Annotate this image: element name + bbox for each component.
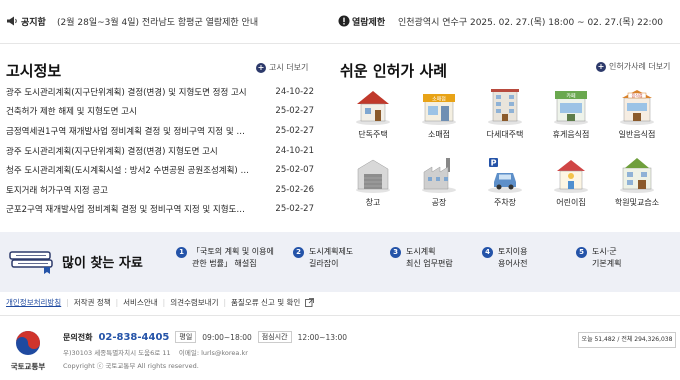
- notice-title: 광주 도시관리계획(지구단위계획) 결정(변경) 및 지형도면 정정 고시: [6, 87, 247, 98]
- footer-link-privacy[interactable]: 개인정보처리방침: [6, 297, 66, 308]
- notice-date: 25-02-07: [275, 165, 314, 176]
- notice-row[interactable]: 광주 도시관리계획(지구단위계획) 결정(변경) 지형도면 고시 24-10-21: [6, 141, 314, 161]
- notice-title: 광주 도시관리계획(지구단위계획) 결정(변경) 지형도면 고시: [6, 146, 218, 157]
- weekday-label: 평일: [175, 331, 197, 343]
- notice-date: 24-10-21: [275, 145, 314, 156]
- cafe-icon: 카페: [554, 91, 588, 125]
- weekday-hours: 09:00~18:00: [202, 332, 252, 342]
- book-icon: [9, 251, 53, 274]
- notice-date: 25-02-27: [275, 204, 314, 215]
- frequent-docs-band: 많이 찾는 자료 1 「국토의 계획 및 이용에 관한 법률」 해설집 2 도시계…: [0, 232, 680, 292]
- daycare-icon: [554, 160, 588, 193]
- footer-link-error-report[interactable]: 품질오류 신고 및 확인: [226, 297, 305, 308]
- lunch-hours: 12:00~13:00: [297, 332, 348, 342]
- lunch-label: 점심시간: [257, 331, 292, 343]
- svg-text:음식점: 음식점: [631, 92, 642, 98]
- svg-text:카페: 카페: [566, 93, 576, 100]
- frequent-item-3[interactable]: 3 도시계획 최신 업무편람: [390, 246, 453, 270]
- notice-date: 25-02-27: [275, 125, 314, 136]
- plus-icon: +: [256, 62, 266, 73]
- restrict-label: 열람제한: [352, 18, 386, 28]
- notices-title: 고시정보: [6, 62, 62, 80]
- contact-label: 문의전화: [63, 332, 93, 342]
- frequent-item-4[interactable]: 4 토지이용 용어사전: [482, 246, 527, 270]
- notice-title: 군포2구역 재개발사업 정비계획 결정 및 정비구역 지정 및 지형도…: [6, 205, 245, 216]
- alert-icon: [338, 15, 350, 27]
- notice-row[interactable]: 토지거래 허가구역 지정 공고 25-02-26: [6, 180, 314, 200]
- svg-text:P: P: [491, 159, 497, 168]
- case-warehouse[interactable]: 창고: [340, 154, 406, 208]
- external-link-icon: [305, 298, 315, 307]
- address: 우)30103 세종특별자치시 도움6로 11: [63, 349, 171, 357]
- footer-link-feedback[interactable]: 의견수렴보내기: [165, 297, 223, 308]
- house-icon: [356, 91, 390, 125]
- cases-title: 쉬운 인허가 사례: [340, 62, 448, 80]
- notice-title: 청주 도시관리계획(도시계획시설 : 방서2 수변공원 공원조성계획) …: [6, 166, 249, 177]
- notice-bar: 공지함 (2월 28일~3월 4일) 전라남도 함평군 열람제한 안내 열람제한…: [0, 0, 680, 44]
- notice-title: 금정역세권1구역 재개발사업 정비계획 결정 및 정비구역 지정 및 …: [6, 126, 245, 137]
- footer-links: 개인정보처리방침 | 저작권 정책 | 서비스안내 | 의견수렴보내기 | 품질…: [6, 297, 315, 308]
- announce-text[interactable]: (2월 28일~3월 4일) 전라남도 함평군 열람제한 안내: [57, 15, 258, 28]
- warehouse-icon: [356, 159, 390, 193]
- notice-date: 25-02-27: [275, 106, 314, 117]
- apartment-icon: [488, 89, 522, 125]
- frequent-title: 많이 찾는 자료: [62, 256, 143, 271]
- megaphone-icon: [7, 16, 17, 26]
- footer-link-service[interactable]: 서비스안내: [118, 297, 163, 308]
- footer-info: 문의전화 02-838-4405 평일 09:00~18:00 점심시간 12:…: [63, 330, 347, 370]
- case-daycare[interactable]: 어린이집: [538, 154, 604, 208]
- factory-icon: [422, 158, 456, 193]
- restrict-text[interactable]: 인천광역시 연수구 2025. 02. 27.(목) 18:00 ~ 02. 2…: [398, 15, 663, 28]
- notice-title: 건축허가 제한 해제 및 지형도면 고시: [6, 107, 137, 118]
- notice-date: 24-10-22: [275, 86, 314, 97]
- announce-label: 공지함: [21, 18, 46, 28]
- notice-row[interactable]: 금정역세권1구역 재개발사업 정비계획 결정 및 정비구역 지정 및 … 25-0…: [6, 121, 314, 141]
- svg-text:소매점: 소매점: [432, 96, 446, 103]
- restaurant-icon: 음식점: [620, 90, 654, 125]
- notice-date: 25-02-26: [275, 184, 314, 195]
- case-cafe[interactable]: 카페 휴게음식점: [538, 86, 604, 140]
- store-icon: 소매점: [422, 94, 456, 125]
- notice-row[interactable]: 군포2구역 재개발사업 정비계획 결정 및 정비구역 지정 및 지형도… 25-0…: [6, 200, 314, 220]
- case-academy[interactable]: 학원및교습소: [604, 154, 670, 208]
- academy-icon: [620, 158, 654, 193]
- copyright: Copyright ⓒ 국토교통부 All rights reserved.: [63, 362, 199, 370]
- visitor-counter: 오늘 51,482 / 전체 294,326,038: [578, 332, 676, 348]
- ministry-logo: 국토교통부: [8, 330, 48, 372]
- notice-row[interactable]: 건축허가 제한 해제 및 지형도면 고시 25-02-27: [6, 102, 314, 122]
- case-store[interactable]: 소매점 소매점: [406, 86, 472, 140]
- email: 이메일: lurls@korea.kr: [178, 349, 248, 357]
- footer-divider: [0, 315, 680, 316]
- case-house[interactable]: 단독주택: [340, 86, 406, 140]
- frequent-item-1[interactable]: 1 「국토의 계획 및 이용에 관한 법률」 해설집: [176, 246, 274, 270]
- case-apartment[interactable]: 다세대주택: [472, 86, 538, 140]
- case-parking[interactable]: P 주차장: [472, 154, 538, 208]
- contact-phone: 02-838-4405: [98, 331, 170, 343]
- frequent-item-5[interactable]: 5 도시·군 기본계획: [576, 246, 621, 270]
- notices-more-link[interactable]: + 고시 더보기: [256, 62, 308, 73]
- case-restaurant[interactable]: 음식점 일반음식점: [604, 86, 670, 140]
- footer-link-copyright[interactable]: 저작권 정책: [69, 297, 116, 308]
- notice-row[interactable]: 청주 도시관리계획(도시계획시설 : 방서2 수변공원 공원조성계획) … 25-…: [6, 160, 314, 180]
- parking-icon: P: [488, 158, 522, 193]
- case-factory[interactable]: 공장: [406, 154, 472, 208]
- plus-icon: +: [596, 61, 606, 72]
- notice-list: 광주 도시관리계획(지구단위계획) 결정(변경) 및 지형도면 정정 고시 24-…: [6, 82, 314, 219]
- taegeuk-logo-icon: [16, 331, 40, 355]
- notice-row[interactable]: 광주 도시관리계획(지구단위계획) 결정(변경) 및 지형도면 정정 고시 24-…: [6, 82, 314, 102]
- notice-title: 토지거래 허가구역 지정 공고: [6, 185, 108, 196]
- frequent-item-2[interactable]: 2 도시계획제도 길라잡이: [293, 246, 353, 270]
- cases-more-link[interactable]: + 인허가사례 더보기: [596, 61, 670, 72]
